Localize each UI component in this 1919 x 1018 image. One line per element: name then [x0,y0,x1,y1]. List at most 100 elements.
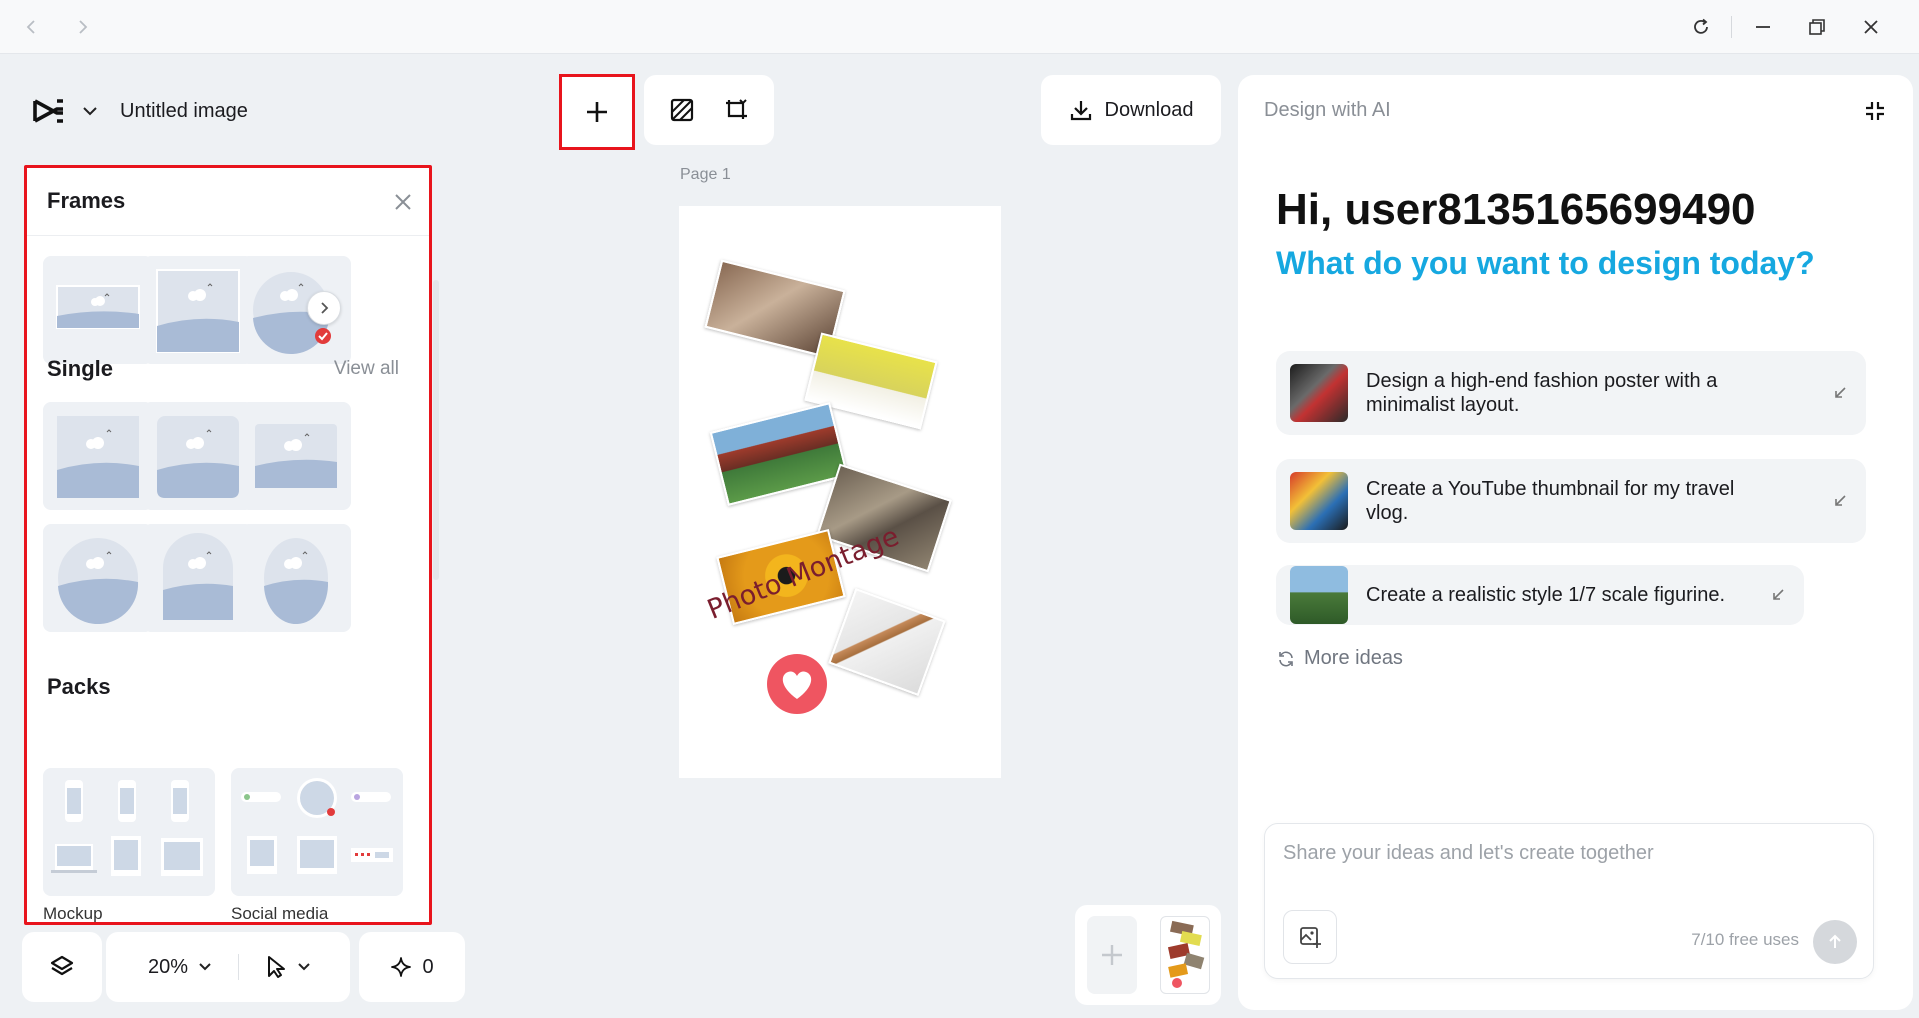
arrow-down-left-icon [1835,495,1846,506]
add-image-icon [1300,927,1321,948]
sparkle-icon [391,957,412,977]
background-icon [670,98,693,122]
suggestion-figurine[interactable]: Create a realistic style 1/7 scale figur… [1276,565,1804,625]
single-thumb-circle[interactable] [43,524,153,632]
heart-sticker[interactable] [767,654,827,714]
close-icon[interactable] [391,190,415,214]
suggestion-text: Create a YouTube thumbnail for my travel… [1366,477,1734,525]
frame-thumb-square[interactable] [143,256,253,364]
collapse-icon [1866,102,1884,120]
more-ideas-button[interactable]: More ideas [1276,647,1403,670]
photo-makeup-brush[interactable] [828,587,946,697]
suggestion-line-1: Create a YouTube thumbnail for my travel [1366,478,1735,500]
pack-social-media[interactable] [231,768,403,896]
plus-icon [587,102,607,122]
chevron-down-icon [199,963,211,971]
upload-image-button[interactable] [1283,910,1337,964]
pages-strip [1075,905,1221,1005]
close-window-icon[interactable] [1854,10,1888,44]
app-logo-menu[interactable] [32,96,98,126]
suggestion-text: Design a high-end fashion poster with a … [1366,369,1717,417]
page-thumbnail-1[interactable] [1159,916,1210,994]
single-section-title: Single [47,356,114,381]
frames-panel-header: Frames [27,168,429,236]
refresh-icon[interactable] [1684,10,1718,44]
arrow-up-icon [1829,934,1841,948]
bar-divider [238,954,240,980]
background-pattern-button[interactable] [662,90,702,130]
pack-mockup-label: Mockup [43,904,103,923]
zoom-value: 20% [148,955,189,978]
photo-pagoda-house[interactable] [709,402,849,506]
add-element-button[interactable] [559,74,635,150]
chevron-right-icon [321,302,329,314]
frames-next-button[interactable] [307,291,341,325]
single-thumb-1[interactable] [43,402,153,510]
ai-panel-title: Design with AI [1264,99,1391,121]
suggestion-line-2: minimalist layout. [1366,394,1520,416]
suggestion-thumbnail [1290,364,1348,422]
arrow-down-left-icon [1835,387,1846,398]
frames-panel-title: Frames [47,188,126,213]
ai-credits-count: 0 [422,955,434,978]
page-label: Page 1 [680,166,731,183]
ai-credits-button[interactable]: 0 [359,932,465,1002]
design-with-ai-panel: Design with AI Hi, user8135165699490 Wha… [1238,75,1913,1010]
frames-panel: Frames Single View all Packs Mockup Soci… [24,165,432,925]
forward-icon[interactable] [66,10,100,44]
more-ideas-label: More ideas [1304,647,1403,669]
layers-icon [50,955,74,976]
capcut-logo-icon [33,99,63,123]
resize-button[interactable] [717,90,757,130]
resize-icon [725,99,747,119]
frames-scrollbar[interactable] [433,280,439,580]
suggestion-line-1: Design a high-end fashion poster with a [1366,370,1718,392]
window-titlebar [0,0,1919,54]
plus-icon [1101,945,1122,965]
chevron-down-icon [83,107,97,116]
chevron-down-icon [298,963,310,971]
suggestion-fashion-poster[interactable]: Design a high-end fashion poster with a … [1276,351,1866,435]
pack-mockup[interactable] [43,768,215,896]
packs-section-title: Packs [47,674,111,699]
arrow-down-left-icon [1773,589,1784,600]
suggestion-line-2: vlog. [1366,502,1409,524]
prompt-input[interactable] [1283,842,1853,865]
project-header: Untitled image [16,73,292,149]
send-button[interactable] [1813,920,1857,964]
download-label: Download [1104,98,1194,121]
suggestion-thumbnail [1290,472,1348,530]
single-thumb-2[interactable] [143,402,253,510]
canvas-tool-group [644,75,774,145]
suggestion-thumbnail [1290,566,1348,624]
layers-button[interactable] [22,932,102,1002]
cursor-icon [268,956,286,978]
single-thumb-3[interactable] [241,402,351,510]
single-thumb-oval[interactable] [241,524,351,632]
canvas-page[interactable]: Photo Montage [679,206,1001,778]
pointer-tool-dropdown[interactable] [265,955,311,979]
zoom-and-pointer-bar: 20% [106,932,350,1002]
suggestion-youtube-thumbnail[interactable]: Create a YouTube thumbnail for my travel… [1276,459,1866,543]
restore-icon[interactable] [1800,10,1834,44]
project-title[interactable]: Untitled image [120,100,248,123]
single-thumb-arch[interactable] [143,524,253,632]
suggestion-line-1: Create a realistic style 1/7 scale figur… [1366,584,1726,606]
back-icon[interactable] [14,10,48,44]
download-icon [1070,101,1091,121]
view-all-link[interactable]: View all [334,358,399,380]
download-button[interactable]: Download [1041,75,1221,145]
greeting-subtitle: What do you want to design today? [1276,245,1815,281]
heart-icon [782,671,812,699]
prompt-composer: 7/10 free uses [1264,823,1874,979]
minimize-icon[interactable] [1746,10,1780,44]
free-uses-counter: 7/10 free uses [1691,930,1799,949]
collapse-panel-button[interactable] [1859,95,1891,127]
titlebar-divider [1731,16,1732,38]
greeting-heading: Hi, user8135165699490 [1276,185,1756,234]
frame-thumb-landscape[interactable] [43,256,153,364]
add-page-button[interactable] [1086,916,1137,994]
pack-social-media-label: Social media [231,904,329,923]
suggestion-text: Create a realistic style 1/7 scale figur… [1366,583,1725,607]
zoom-dropdown[interactable]: 20% [148,956,212,979]
